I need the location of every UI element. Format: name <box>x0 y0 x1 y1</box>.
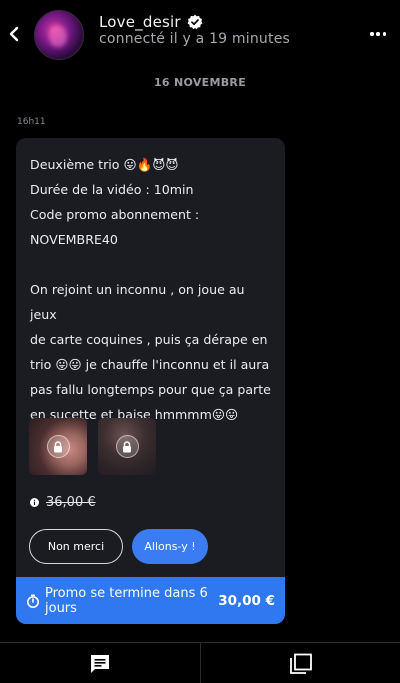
message-line: NOVEMBRE40 <box>30 232 118 247</box>
accept-button[interactable]: Allons-y ! <box>132 529 208 564</box>
more-horizontal-icon <box>370 32 374 36</box>
verified-badge-icon <box>187 14 203 30</box>
gallery-icon <box>289 653 312 674</box>
price-row: 36,00 € <box>30 495 96 510</box>
lock-icon <box>46 435 70 458</box>
message-text: Deuxième trio 😛🔥😈😈 Durée de la vidéo : 1… <box>16 138 285 427</box>
original-price: 36,00 € <box>46 495 96 510</box>
message-line: On rejoint un inconnu , on joue au jeux <box>30 282 245 322</box>
decline-button[interactable]: Non merci <box>29 529 123 564</box>
promo-banner[interactable]: Promo se termine dans 6 jours 30,00 € <box>16 577 285 624</box>
chat-header: Love_desir connecté il y a 19 minutes <box>0 0 400 72</box>
locked-media-thumbnail[interactable] <box>98 418 156 475</box>
bottom-tab-bar <box>0 642 400 683</box>
more-options-button[interactable] <box>370 30 386 38</box>
message-line: de carte coquines , puis ça dérape en <box>30 332 268 347</box>
lock-icon <box>115 435 139 458</box>
info-icon[interactable] <box>30 498 39 507</box>
message-card: Deuxième trio 😛🔥😈😈 Durée de la vidéo : 1… <box>16 138 285 624</box>
avatar[interactable] <box>34 10 84 60</box>
message-line: Deuxième trio 😛🔥😈😈 <box>30 157 179 172</box>
message-line: pas fallu longtemps pour que ça parte <box>30 382 271 397</box>
message-line: Durée de la vidéo : 10min <box>30 182 194 197</box>
messages-icon <box>91 654 109 673</box>
username-row[interactable]: Love_desir <box>99 13 203 31</box>
back-button[interactable] <box>6 24 22 44</box>
tab-gallery[interactable] <box>200 643 400 683</box>
message-line: Code promo abonnement : <box>30 207 200 222</box>
online-status: connecté il y a 19 minutes <box>99 31 291 47</box>
chevron-left-icon <box>9 26 19 42</box>
timer-icon <box>26 594 40 608</box>
action-buttons: Non merci Allons-y ! <box>29 529 208 564</box>
locked-media-thumbnail[interactable] <box>29 418 87 475</box>
promo-text: Promo se termine dans 6 jours <box>45 585 208 616</box>
media-attachments <box>29 418 156 475</box>
message-line: trio 😛😛 je chauffe l'inconnu et il aura <box>30 357 270 372</box>
promo-price: 30,00 € <box>218 592 275 609</box>
tab-messages[interactable] <box>0 643 200 683</box>
date-separator: 16 NOVEMBRE <box>153 76 247 89</box>
message-time: 16h11 <box>17 117 46 127</box>
username[interactable]: Love_desir <box>99 13 181 31</box>
